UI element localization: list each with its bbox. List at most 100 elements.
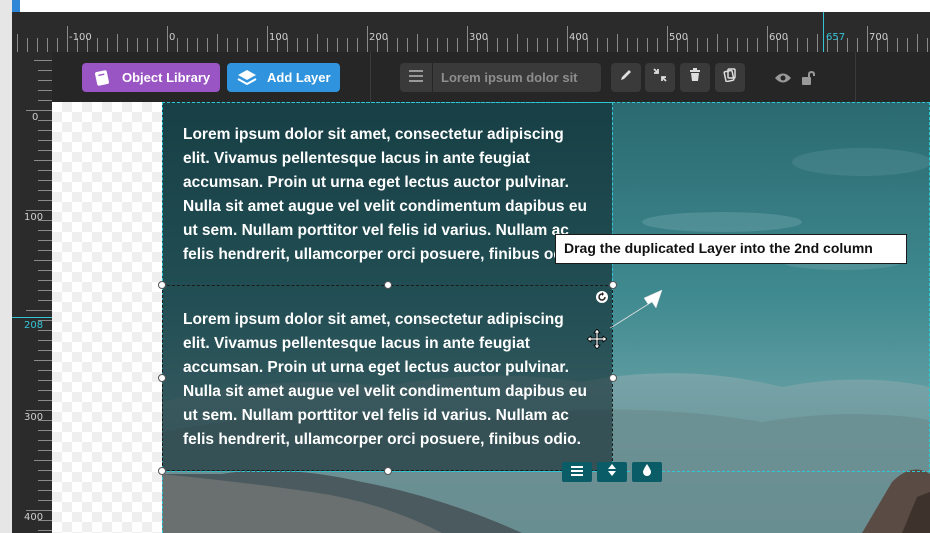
layer-name-field[interactable]: Lorem ipsum dolor sit <box>433 63 601 92</box>
ruler-label: 700 <box>869 32 889 43</box>
text-layer-duplicate[interactable]: Lorem ipsum dolor sit amet, consectetur … <box>183 308 593 452</box>
ruler-tick <box>38 300 52 301</box>
ruler-label: 400 <box>24 512 44 523</box>
layer-toolbar: Object Library Add Layer Lorem ipsum dol… <box>52 52 930 102</box>
menu-icon <box>571 463 583 481</box>
ruler-tick <box>34 160 52 161</box>
ruler-tick <box>617 34 618 52</box>
ruler-tick <box>26 310 52 311</box>
ruler-tick <box>737 38 738 52</box>
ruler-tick <box>667 26 668 52</box>
add-layer-button[interactable]: Add Layer <box>227 63 340 92</box>
ruler-tick <box>38 530 52 531</box>
ruler-tick <box>38 120 52 121</box>
ruler-tick <box>317 34 318 52</box>
ruler-tick <box>357 38 358 52</box>
delete-button[interactable] <box>680 63 710 92</box>
ruler-tick <box>247 38 248 52</box>
canvas-area[interactable]: Lorem ipsum dolor sit amet, consectetur … <box>52 102 930 533</box>
ruler-tick <box>267 26 268 52</box>
ruler-tick <box>457 38 458 52</box>
ruler-tick <box>207 38 208 52</box>
resize-handle-bl[interactable] <box>158 467 166 475</box>
ruler-tick <box>117 34 118 52</box>
ruler-tick <box>38 150 52 151</box>
ruler-tick <box>517 34 518 52</box>
ruler-label: 200 <box>369 32 389 43</box>
eye-icon[interactable] <box>773 68 793 88</box>
row-guide-bottom <box>162 472 163 533</box>
ruler-tick <box>38 480 52 481</box>
object-library-button[interactable]: Object Library <box>82 63 220 92</box>
menu-icon <box>409 69 423 87</box>
ruler-tick <box>38 490 52 491</box>
ruler-tick <box>27 38 28 52</box>
ruler-tick <box>657 38 658 52</box>
copy-style-button[interactable] <box>715 63 745 92</box>
resize-handle-tl[interactable] <box>158 281 166 289</box>
ruler-tick <box>34 260 52 261</box>
ruler-tick <box>38 100 52 101</box>
resize-handle-t[interactable] <box>384 281 392 289</box>
vertical-ruler[interactable]: 0 100 208 300 400 <box>12 52 52 533</box>
ruler-tick <box>38 190 52 191</box>
layer-menu-mini-button[interactable] <box>562 462 592 482</box>
ruler-tick <box>337 38 338 52</box>
ruler-tick <box>67 26 68 52</box>
ruler-label: 208 <box>24 320 44 331</box>
ruler-tick <box>417 34 418 52</box>
ruler-cursor-marker <box>823 12 824 52</box>
ruler-tick <box>34 360 52 361</box>
blue-tab-marker <box>12 0 20 12</box>
edit-button[interactable] <box>611 63 641 92</box>
resize-handle-l[interactable] <box>158 374 166 382</box>
resize-handle-b[interactable] <box>384 467 392 475</box>
ruler-tick <box>38 230 52 231</box>
ruler-tick <box>38 280 52 281</box>
ruler-tick <box>607 38 608 52</box>
ruler-tick <box>38 400 52 401</box>
ruler-tick <box>757 38 758 52</box>
ruler-tick <box>38 80 52 81</box>
ruler-tick <box>38 200 52 201</box>
ruler-tick <box>38 390 52 391</box>
text-layer-original[interactable]: Lorem ipsum dolor sit amet, consectetur … <box>183 123 593 267</box>
resize-handle-r[interactable] <box>609 374 617 382</box>
ruler-tick <box>37 38 38 52</box>
ruler-tick <box>38 180 52 181</box>
layer-list-button[interactable] <box>400 63 432 92</box>
ruler-tick <box>38 350 52 351</box>
vertical-align-button[interactable] <box>597 462 627 482</box>
ruler-tick <box>427 38 428 52</box>
ruler-label: 600 <box>769 32 789 43</box>
ruler-label: 500 <box>669 32 689 43</box>
ruler-tick <box>537 38 538 52</box>
ruler-tick <box>747 38 748 52</box>
ruler-tick <box>57 38 58 52</box>
ruler-label: 657 <box>826 32 846 43</box>
add-layer-label: Add Layer <box>267 70 331 85</box>
ruler-tick <box>107 38 108 52</box>
ruler-tick <box>637 38 638 52</box>
ruler-label: -100 <box>69 32 92 43</box>
horizontal-ruler[interactable]: -100 0 100 200 300 400 500 600 657 700 <box>12 12 930 52</box>
ruler-tick <box>237 38 238 52</box>
color-button[interactable] <box>632 462 662 482</box>
ruler-tick <box>527 38 528 52</box>
editor-window: -100 0 100 200 300 400 500 600 657 700 0 100 208 300… <box>0 0 930 533</box>
ruler-tick <box>397 38 398 52</box>
ruler-tick <box>557 38 558 52</box>
duplicate-button[interactable] <box>645 63 675 92</box>
ruler-tick <box>437 38 438 52</box>
ruler-tick <box>34 460 52 461</box>
ruler-tick <box>727 38 728 52</box>
ruler-tick <box>38 370 52 371</box>
ruler-cursor-marker <box>12 317 52 318</box>
ruler-tick <box>38 70 52 71</box>
top-bar <box>12 0 930 12</box>
ruler-tick <box>38 170 52 171</box>
unlock-icon[interactable] <box>799 68 819 88</box>
ruler-tick <box>407 38 408 52</box>
ruler-tick <box>38 270 52 271</box>
clipboard-icon <box>723 68 737 87</box>
